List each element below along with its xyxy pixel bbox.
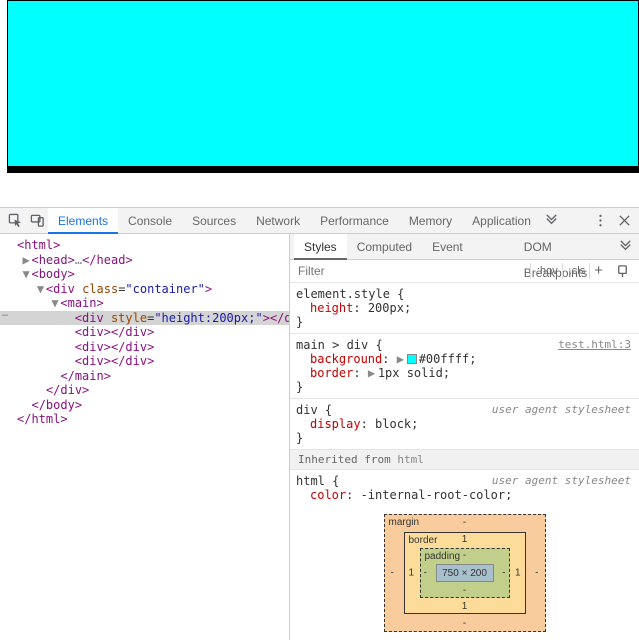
dom-line[interactable]: ▼<div class="container"> [0, 282, 289, 297]
page-preview [0, 0, 639, 178]
tab-performance[interactable]: Performance [310, 208, 399, 234]
styles-pin-icon[interactable] [611, 263, 633, 279]
styles-filter-row: :hov .cls + [290, 260, 639, 283]
new-style-rule-button[interactable]: + [589, 263, 607, 279]
subtab-event-listeners[interactable]: Event Listeners [422, 234, 514, 260]
box-model-padding-label: padding [425, 551, 461, 562]
subtab-dom-breakpoints[interactable]: DOM Breakpoints [514, 234, 616, 260]
preview-black-bar [7, 167, 639, 173]
subtab-styles[interactable]: Styles [294, 234, 347, 260]
devtools-tabstrip: ElementsConsoleSourcesNetworkPerformance… [0, 208, 639, 234]
tab-elements[interactable]: Elements [48, 208, 118, 234]
box-model-content-size: 750 × 200 [442, 568, 487, 579]
cls-toggle[interactable]: .cls [562, 263, 586, 279]
dom-line[interactable]: </html> [0, 412, 289, 427]
dom-line[interactable]: </main> [0, 369, 289, 384]
box-model-content: 750 × 200 [436, 564, 494, 582]
ua-stylesheet-label: user agent stylesheet [492, 403, 631, 416]
box-model-border-label: border [409, 535, 438, 546]
dom-line[interactable]: </body> [0, 398, 289, 413]
style-rule[interactable]: test.html:3main > div {background: ▶#00f… [290, 334, 639, 399]
styles-filter-input[interactable] [290, 260, 524, 282]
more-subtabs-chevron-icon[interactable] [616, 236, 635, 258]
devtools-panel: ElementsConsoleSourcesNetworkPerformance… [0, 207, 639, 640]
close-icon[interactable] [613, 210, 635, 232]
dom-line[interactable]: <div style="height:200px;"></div> == $0 [0, 311, 289, 326]
tab-sources[interactable]: Sources [182, 208, 246, 234]
dom-selection-ellipsis: … [0, 308, 8, 319]
inspect-icon[interactable] [4, 210, 26, 232]
device-toggle-icon[interactable] [26, 210, 48, 232]
subtab-computed[interactable]: Computed [347, 234, 422, 260]
dom-line[interactable]: ▼<body> [0, 267, 289, 282]
dom-line[interactable]: ▶<head>…</head> [0, 253, 289, 268]
preview-colored-box [7, 0, 639, 167]
dom-line[interactable]: ▼<main> [0, 296, 289, 311]
styles-subtabs: StylesComputedEvent ListenersDOM Breakpo… [290, 234, 639, 260]
more-tabs-chevron-icon[interactable] [541, 210, 563, 232]
dom-line[interactable]: </div> [0, 383, 289, 398]
dom-tree-pane[interactable]: … <html> ▶<head>…</head> ▼<body> ▼<div c… [0, 234, 290, 640]
tab-network[interactable]: Network [246, 208, 310, 234]
dom-line[interactable]: <html> [0, 238, 289, 253]
inherited-from-bar: Inherited from html [290, 450, 639, 470]
tab-application[interactable]: Application [462, 208, 541, 234]
hov-toggle[interactable]: :hov [530, 263, 558, 279]
dom-line[interactable]: <div></div> [0, 354, 289, 369]
box-model-diagram[interactable]: margin - - - - border 1 1 1 1 paddin [290, 500, 639, 640]
rule-source-link[interactable]: test.html:3 [558, 338, 631, 351]
style-rule[interactable]: user agent stylesheethtml {color: -inter… [290, 470, 639, 500]
dom-line[interactable]: <div></div> [0, 325, 289, 340]
kebab-menu-icon[interactable] [589, 210, 611, 232]
style-rule[interactable]: user agent stylesheetdiv {display: block… [290, 399, 639, 450]
tab-console[interactable]: Console [118, 208, 182, 234]
style-rule[interactable]: element.style {height: 200px;} [290, 283, 639, 334]
ua-stylesheet-label: user agent stylesheet [492, 474, 631, 487]
styles-pane: StylesComputedEvent ListenersDOM Breakpo… [290, 234, 639, 640]
tab-memory[interactable]: Memory [399, 208, 462, 234]
dom-line[interactable]: <div></div> [0, 340, 289, 355]
box-model-margin-label: margin [389, 517, 420, 528]
styles-rules-list[interactable]: element.style {height: 200px;}test.html:… [290, 283, 639, 500]
